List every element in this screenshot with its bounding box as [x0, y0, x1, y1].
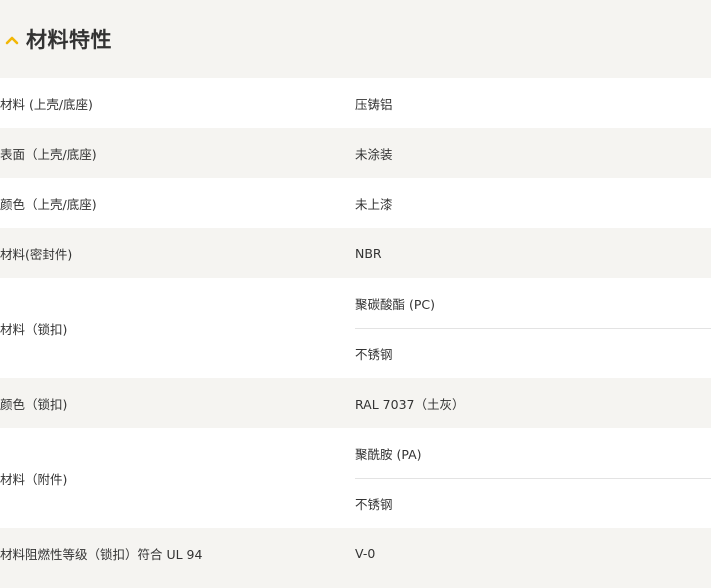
row-value: NBR [355, 245, 382, 261]
row-label: 材料阻燃性等级（锁扣）符合 UL 94 [0, 546, 203, 562]
table-row: 材料阻燃性等级（锁扣）符合 UL 94 V-0 [0, 528, 711, 578]
row-value: 未上漆 [355, 196, 393, 212]
row-label: 表面（上壳/底座) [0, 146, 97, 162]
row-label: 颜色（上壳/底座) [0, 196, 97, 212]
row-label: 材料(密封件) [0, 246, 73, 262]
table-row: 材料 (上壳/底座) 压铸铝 [0, 78, 711, 128]
table-row: 材料（锁扣) 聚碳酸酯 (PC) 不锈钢 [0, 278, 711, 378]
table-row: 表面（上壳/底座) 未涂装 [0, 128, 711, 178]
row-value: 未涂装 [355, 146, 393, 162]
row-value: 聚酰胺 (PA) [355, 446, 422, 462]
row-value: RAL 7037（土灰） [355, 396, 465, 412]
row-value: 不锈钢 [355, 478, 711, 528]
table-row: 材料(密封件) NBR [0, 228, 711, 278]
row-label: 材料 (上壳/底座) [0, 96, 93, 112]
row-label: 材料（附件) [0, 471, 68, 487]
row-value: 压铸铝 [355, 96, 393, 112]
row-label: 颜色（锁扣) [0, 396, 68, 412]
section-header[interactable]: 材料特性 [0, 0, 711, 78]
table-row: 颜色（上壳/底座) 未上漆 [0, 178, 711, 228]
row-label: 材料（锁扣) [0, 321, 68, 337]
section-title: 材料特性 [26, 28, 112, 52]
material-properties-table: 材料 (上壳/底座) 压铸铝 表面（上壳/底座) 未涂装 颜色（上壳/底座) 未… [0, 78, 711, 578]
row-value: 不锈钢 [355, 328, 711, 378]
table-row: 颜色（锁扣) RAL 7037（土灰） [0, 378, 711, 428]
row-value: V-0 [355, 545, 376, 561]
chevron-up-icon[interactable] [4, 32, 20, 48]
row-value: 聚碳酸酯 (PC) [355, 296, 435, 312]
table-row: 材料（附件) 聚酰胺 (PA) 不锈钢 [0, 428, 711, 528]
